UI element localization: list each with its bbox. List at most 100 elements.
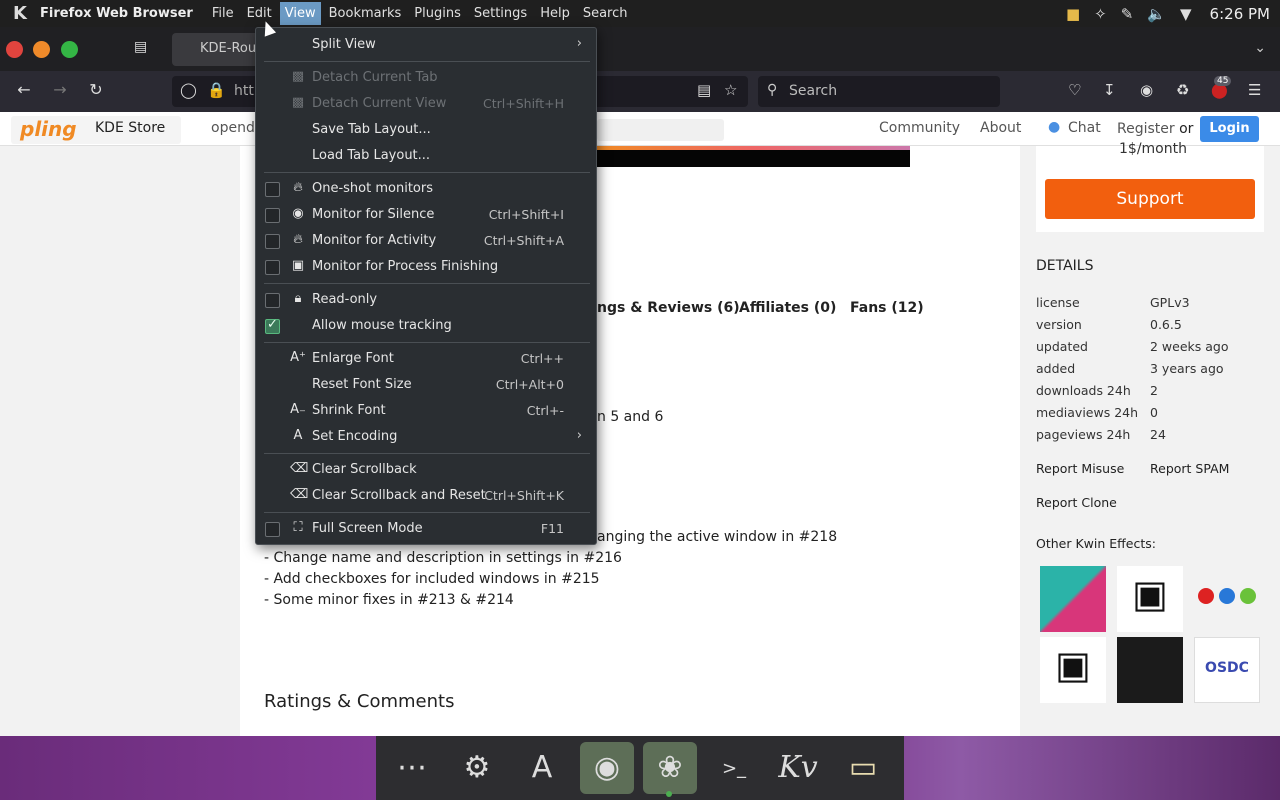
reload-icon[interactable]: ↻ — [85, 80, 107, 99]
kde-logo-icon[interactable]: K — [0, 3, 40, 24]
changelog-line: - Some minor fixes in #213 & #214 — [264, 592, 514, 608]
menu-item-label: Detach Current Tab — [312, 70, 438, 85]
pocket-icon[interactable]: ♡ — [1068, 81, 1081, 99]
extensions-icon[interactable]: ♻ — [1176, 81, 1189, 99]
menu-item-label: Monitor for Activity — [312, 233, 437, 248]
menu-item-shrink-font[interactable]: A₋ Shrink Font Ctrl+- — [256, 398, 596, 424]
volume-icon[interactable]: 🔈 — [1147, 5, 1166, 23]
reader-view-icon[interactable]: ▤ — [697, 81, 711, 99]
enlarge-font-icon: A⁺ — [290, 350, 306, 365]
window-close-button[interactable] — [6, 41, 23, 58]
osdc-thumbnail[interactable]: OSDC — [1194, 637, 1260, 703]
camera-thumbnail-icon[interactable]: ▣ — [1117, 566, 1183, 632]
menu-settings[interactable]: Settings — [469, 2, 532, 25]
trash-icon[interactable]: ▭ — [836, 742, 890, 794]
kde-store-dropdown[interactable]: KDE Store — [95, 120, 165, 136]
report-clone-link[interactable]: Report Clone — [1036, 495, 1117, 510]
effect-thumbnail-dark[interactable] — [1117, 637, 1183, 703]
tab-ratings-reviews[interactable]: ngs & Reviews (6) — [597, 300, 740, 316]
checkbox[interactable] — [265, 522, 280, 537]
list-all-tabs-icon[interactable]: ⌄ — [1254, 40, 1266, 56]
menu-item-label: Read-only — [312, 292, 378, 307]
menu-help[interactable]: Help — [535, 2, 575, 25]
lock-icon: 🔒︎ — [294, 291, 302, 306]
login-button[interactable]: Login — [1200, 116, 1259, 142]
menu-bookmarks[interactable]: Bookmarks — [324, 2, 407, 25]
menu-item-enlarge-font[interactable]: A⁺ Enlarge Font Ctrl++ — [256, 346, 596, 372]
report-misuse-link[interactable]: Report Misuse — [1036, 461, 1124, 476]
camera-thumbnail-icon[interactable]: ▣ — [1040, 637, 1106, 703]
menu-item-save-tab-layout[interactable]: Save Tab Layout... — [256, 117, 596, 143]
url-text[interactable]: htt — [234, 83, 254, 99]
bookmark-star-icon[interactable]: ☆ — [724, 81, 737, 99]
checkbox[interactable] — [265, 182, 280, 197]
firefox-dock-icon[interactable]: ◉ — [580, 742, 634, 794]
search-bar[interactable]: Search — [758, 76, 1000, 107]
checkbox[interactable] — [265, 293, 280, 308]
menu-search[interactable]: Search — [578, 2, 633, 25]
nav-chat[interactable]: Chat — [1068, 120, 1101, 136]
other-effects-heading: Other Kwin Effects: — [1036, 536, 1156, 551]
ublock-count-badge: 45 — [1214, 76, 1232, 86]
app-launcher-icon[interactable]: ⋯ — [385, 742, 439, 794]
clock[interactable]: 6:26 PM — [1210, 5, 1270, 23]
pen-icon[interactable]: ✎ — [1121, 5, 1134, 23]
bee-app-icon[interactable]: ❀ — [643, 742, 697, 794]
shield-icon[interactable]: ◯ — [180, 81, 197, 99]
menu-view[interactable]: View — [279, 2, 321, 25]
window-maximize-button[interactable] — [61, 41, 78, 58]
tab-fans[interactable]: Fans (12) — [850, 300, 924, 316]
support-button[interactable]: Support — [1045, 179, 1255, 219]
account-icon[interactable]: ◉ — [1140, 81, 1153, 99]
menu-item-full-screen[interactable]: ⛶ Full Screen Mode F11 — [256, 516, 596, 542]
forward-icon[interactable]: → — [49, 80, 71, 99]
menu-plugins[interactable]: Plugins — [409, 2, 466, 25]
effect-thumbnail[interactable] — [1040, 566, 1106, 632]
checkbox[interactable] — [265, 208, 280, 223]
back-icon[interactable]: ← — [13, 80, 35, 99]
font-app-icon[interactable]: A — [515, 742, 569, 794]
konsole-icon[interactable]: >_ — [707, 742, 761, 794]
nav-about[interactable]: About — [980, 120, 1021, 136]
menu-item-clear-scrollback-reset[interactable]: ⌫ Clear Scrollback and Reset Ctrl+Shift+… — [256, 483, 596, 509]
register-text[interactable]: Register — [1117, 121, 1175, 137]
red-dot-icon — [1197, 588, 1214, 604]
menu-item-set-encoding[interactable]: A Set Encoding › — [256, 424, 596, 450]
menu-item-split-view[interactable]: Split View › — [256, 32, 596, 58]
hamburger-menu-icon[interactable]: ☰ — [1248, 81, 1261, 99]
checkbox[interactable] — [265, 260, 280, 275]
changelog-line: anging the active window in #218 — [597, 529, 838, 545]
checkbox[interactable] — [265, 234, 280, 249]
effect-thumbnail-dots[interactable] — [1194, 566, 1260, 632]
menu-file[interactable]: File — [207, 2, 239, 25]
detail-value: 3 years ago — [1150, 361, 1224, 376]
kvantum-icon[interactable]: Kv — [771, 742, 825, 794]
kdeconnect-icon[interactable]: ✧ — [1094, 5, 1107, 23]
menu-item-monitor-silence[interactable]: ◉ Monitor for Silence Ctrl+Shift+I — [256, 202, 596, 228]
lock-icon[interactable]: 🔒 — [207, 81, 226, 99]
system-settings-icon[interactable]: ⚙ — [450, 742, 504, 794]
window-minimize-button[interactable] — [33, 41, 50, 58]
site-search-input[interactable] — [597, 119, 724, 141]
detail-label: downloads 24h — [1036, 383, 1131, 398]
folder-icon[interactable]: ■ — [1066, 5, 1080, 23]
menu-item-allow-mouse-tracking[interactable]: ✓ Allow mouse tracking — [256, 313, 596, 339]
report-spam-link[interactable]: Report SPAM — [1150, 461, 1229, 476]
tab-affiliates[interactable]: Affiliates (0) — [739, 300, 836, 316]
pling-logo[interactable]: pling — [20, 117, 77, 141]
menu-item-read-only[interactable]: 🔒︎ Read-only — [256, 287, 596, 313]
checkbox-checked[interactable]: ✓ — [265, 317, 280, 334]
tab-overview-icon[interactable]: ▤ — [134, 39, 154, 59]
menu-item-monitor-activity[interactable]: 🔥︎ Monitor for Activity Ctrl+Shift+A — [256, 228, 596, 254]
nav-community[interactable]: Community — [879, 120, 960, 136]
menu-item-clear-scrollback[interactable]: ⌫ Clear Scrollback — [256, 457, 596, 483]
menu-item-load-tab-layout[interactable]: Load Tab Layout... — [256, 143, 596, 169]
menu-item-one-shot-monitors[interactable]: 🔥︎ One-shot monitors — [256, 176, 596, 202]
download-icon[interactable]: ↧ — [1103, 81, 1116, 99]
register-link[interactable]: Register or — [1117, 121, 1193, 137]
menu-item-reset-font-size[interactable]: Reset Font Size Ctrl+Alt+0 — [256, 372, 596, 398]
detail-value: 2 — [1150, 383, 1158, 398]
detail-label: mediaviews 24h — [1036, 405, 1139, 420]
network-icon[interactable]: ▼ — [1180, 5, 1192, 23]
menu-item-monitor-process[interactable]: ▣ Monitor for Process Finishing — [256, 254, 596, 280]
